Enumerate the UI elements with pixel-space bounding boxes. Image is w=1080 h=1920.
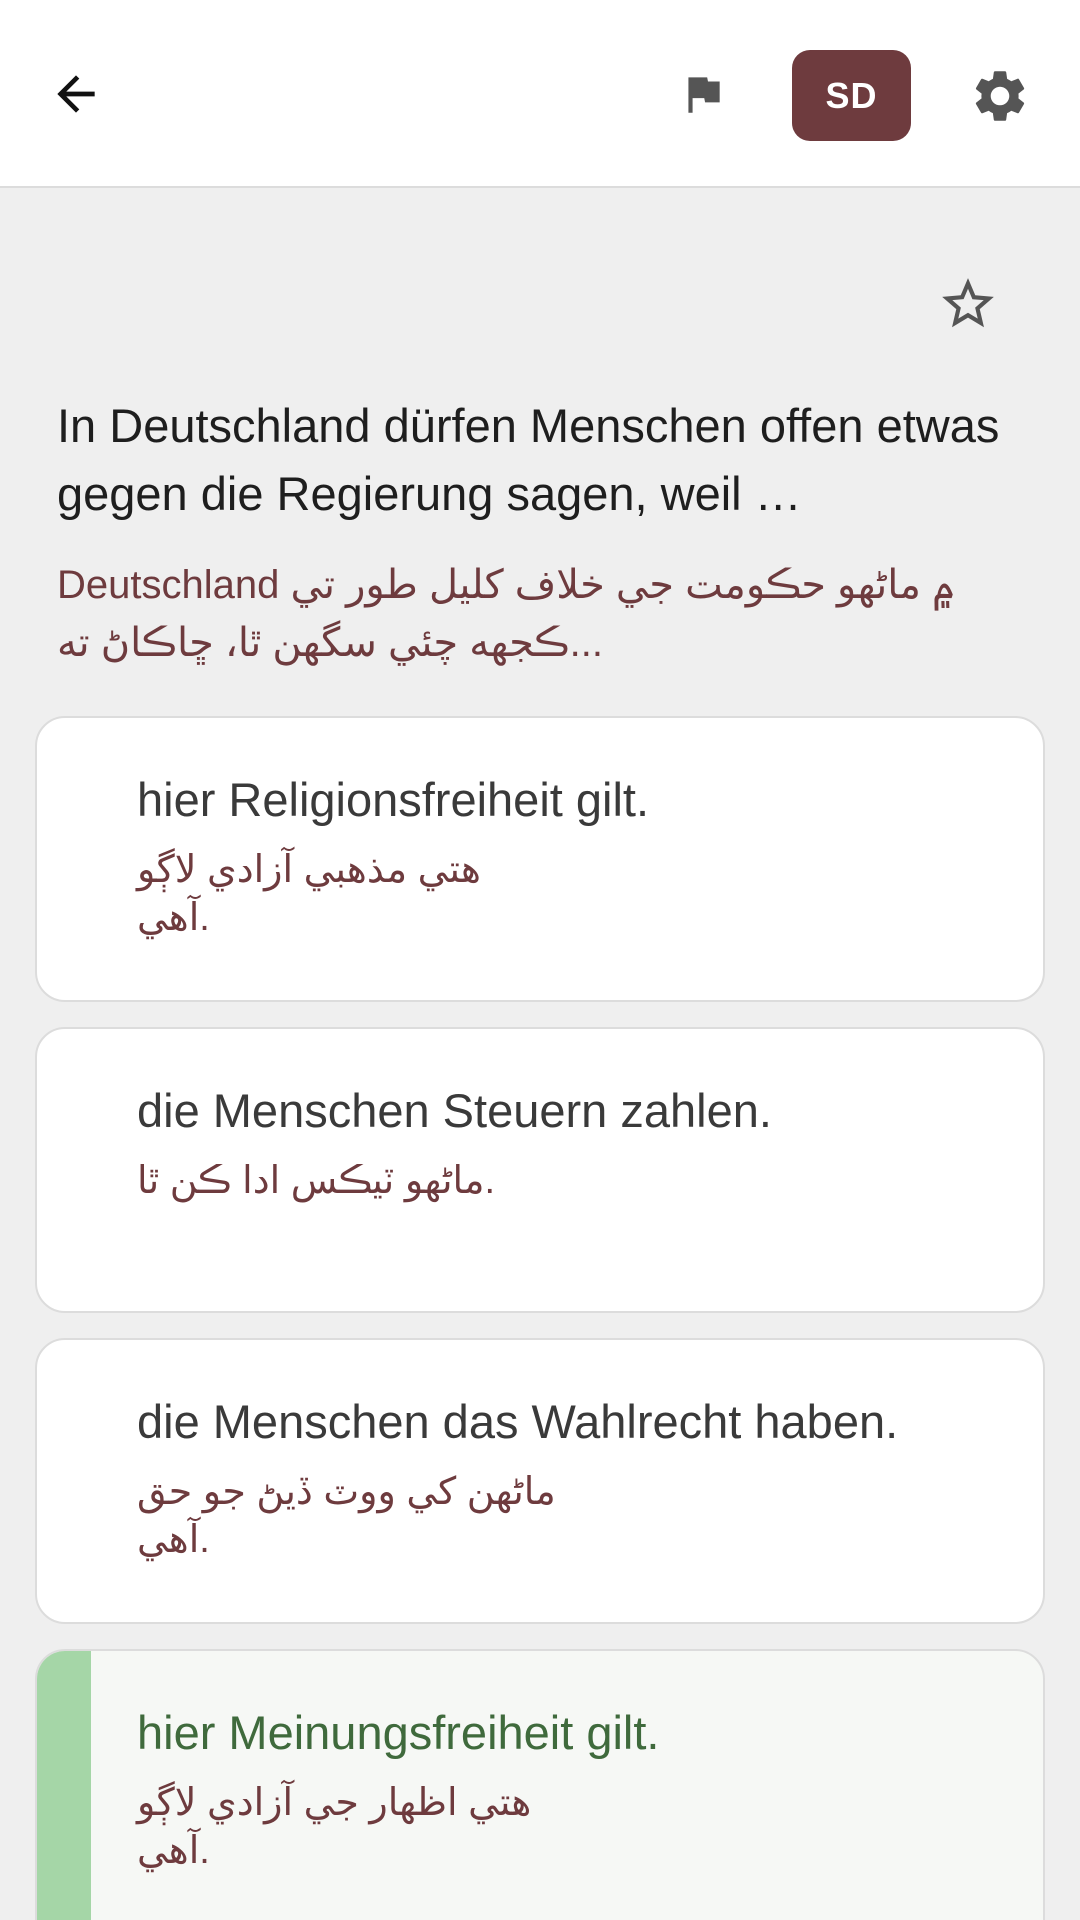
- answer-text: hier Meinungsfreiheit gilt.: [137, 1706, 660, 1759]
- answer-option-1[interactable]: hier Religionsfreiheit gilt. هتي مذهبي آ…: [35, 716, 1045, 1002]
- gear-icon: [975, 71, 1025, 121]
- question-text: In Deutschland dürfen Menschen offen etw…: [57, 399, 1000, 520]
- report-flag-button[interactable]: [676, 66, 730, 122]
- flag-icon: [688, 77, 720, 113]
- language-badge-label: SD: [825, 74, 878, 116]
- answer-option-4[interactable]: hier Meinungsfreiheit gilt. هتي اظهار جي…: [35, 1649, 1045, 1920]
- arrow-left-icon: [57, 75, 95, 113]
- question-translation: Deutschland ۾ ماڻهو حڪومت جي خلاف کليل ط…: [57, 563, 956, 665]
- answer-text: die Menschen das Wahlrecht haben.: [137, 1395, 899, 1448]
- answer-option-2[interactable]: die Menschen Steuern zahlen. ماڻهو ٽيڪس …: [35, 1027, 1045, 1313]
- back-button[interactable]: [44, 62, 108, 126]
- star-outline-icon: [942, 278, 994, 328]
- app-root: SD In Deutschland dürfen Menschen offen …: [0, 0, 1080, 1920]
- correct-indicator-bar: [37, 1651, 91, 1920]
- answer-translation: هتي مذهبي آزادي لاڳو آهي.: [137, 849, 481, 939]
- favorite-button[interactable]: [936, 272, 1000, 336]
- answer-text: hier Religionsfreiheit gilt.: [137, 773, 650, 826]
- answer-translation: ماڻهن کي ووٽ ڏيڻ جو حق آهي.: [137, 1471, 556, 1561]
- answer-translation: ماڻهو ٽيڪس ادا ڪن ٿا.: [137, 1160, 496, 1202]
- top-app-bar: SD: [0, 0, 1080, 188]
- answer-translation: هتي اظهار جي آزادي لاڳو آهي.: [137, 1782, 532, 1872]
- answer-option-3[interactable]: die Menschen das Wahlrecht haben. ماڻهن …: [35, 1338, 1045, 1624]
- answer-text: die Menschen Steuern zahlen.: [137, 1084, 772, 1137]
- language-badge-button[interactable]: SD: [792, 50, 911, 141]
- settings-button[interactable]: [968, 64, 1032, 128]
